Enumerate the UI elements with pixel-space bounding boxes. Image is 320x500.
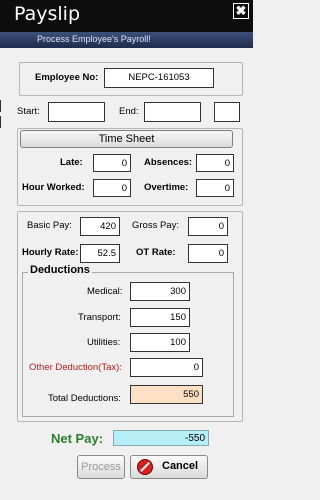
end-label: End: <box>119 106 139 117</box>
absences-field[interactable]: 0 <box>196 154 234 172</box>
utilities-label: Utilities: <box>87 337 121 348</box>
other-deduction-field[interactable]: 0 <box>130 358 203 377</box>
ot-rate-label: OT Rate: <box>136 247 176 258</box>
cancel-button-label: Cancel <box>162 460 199 472</box>
close-icon[interactable]: ✖ <box>233 3 249 19</box>
deductions-title: Deductions <box>28 264 92 276</box>
net-pay-field: -550 <box>113 430 209 446</box>
hours-worked-label: Hour Worked: <box>22 182 85 193</box>
basic-pay-field[interactable]: 420 <box>80 217 120 236</box>
late-field[interactable]: 0 <box>93 154 131 172</box>
extra-field[interactable] <box>214 102 240 122</box>
process-button[interactable]: Process <box>77 455 125 479</box>
employee-no-field[interactable]: NEPC-161053 <box>104 68 214 88</box>
subtitle-bar: Process Employee's Payroll! <box>0 32 253 48</box>
medical-label: Medical: <box>87 286 123 297</box>
transport-label: Transport: <box>78 312 121 323</box>
net-pay-label: Net Pay: <box>51 431 104 446</box>
ot-rate-field[interactable]: 0 <box>188 244 228 263</box>
cancel-icon <box>137 459 153 475</box>
timesheet-button[interactable]: Time Sheet <box>20 130 233 148</box>
title-bar: Payslip ✖ <box>0 0 253 32</box>
employee-no-label: Employee No: <box>35 72 99 83</box>
total-deductions-field: 550 <box>130 385 203 404</box>
total-deductions-label: Total Deductions: <box>48 393 121 404</box>
absences-label: Absences: <box>144 157 193 168</box>
start-date-field[interactable] <box>48 102 105 122</box>
overtime-field[interactable]: 0 <box>196 179 234 197</box>
medical-field[interactable]: 300 <box>130 282 190 301</box>
left-edge-mark <box>0 100 3 112</box>
basic-pay-label: Basic Pay: <box>27 220 72 231</box>
late-label: Late: <box>60 157 83 168</box>
window-title: Payslip <box>14 3 81 25</box>
other-deduction-label: Other Deduction(Tax): <box>29 362 122 373</box>
left-edge-mark <box>0 116 3 128</box>
cancel-button[interactable]: Cancel <box>130 455 208 479</box>
hourly-rate-label: Hourly Rate: <box>22 247 79 258</box>
hourly-rate-field[interactable]: 52.5 <box>80 244 120 263</box>
window-subtitle: Process Employee's Payroll! <box>37 34 151 44</box>
gross-pay-field[interactable]: 0 <box>188 217 228 236</box>
start-label: Start: <box>17 106 40 117</box>
transport-field[interactable]: 150 <box>130 308 190 327</box>
hours-worked-field[interactable]: 0 <box>93 179 131 197</box>
end-date-field[interactable] <box>144 102 201 122</box>
gross-pay-label: Gross Pay: <box>132 220 179 231</box>
overtime-label: Overtime: <box>144 182 189 193</box>
utilities-field[interactable]: 100 <box>130 333 190 352</box>
